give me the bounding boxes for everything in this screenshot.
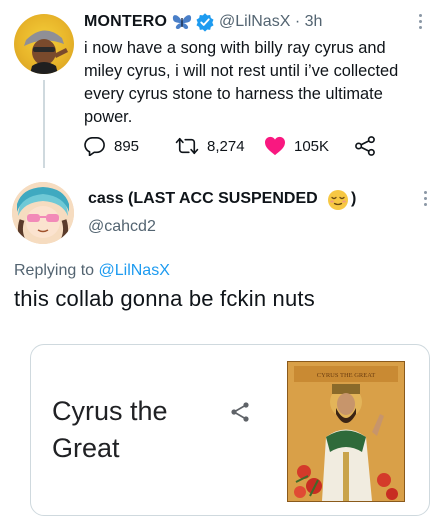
painting-caption: CYRUS THE GREAT bbox=[317, 372, 375, 379]
reply-author-name[interactable]: cass (LAST ACC SUSPENDED bbox=[88, 190, 318, 208]
tweet-author-name[interactable]: MONTERO bbox=[84, 13, 167, 31]
cass-avatar[interactable] bbox=[12, 182, 74, 244]
like-count: 105K bbox=[294, 137, 330, 155]
retweet-button[interactable]: 8,274 bbox=[175, 135, 245, 157]
share-icon bbox=[355, 136, 375, 156]
verified-badge-icon bbox=[195, 12, 215, 32]
heart-icon bbox=[265, 136, 285, 156]
retweet-count: 8,274 bbox=[207, 137, 245, 155]
cyrus-painting-image[interactable]: CYRUS THE GREAT bbox=[287, 361, 405, 502]
reply-more-icon[interactable] bbox=[424, 191, 428, 209]
reply-handle[interactable]: @cahcd2 bbox=[88, 218, 156, 236]
card-title[interactable]: Cyrus the Great bbox=[52, 393, 202, 467]
montero-avatar[interactable] bbox=[14, 14, 74, 74]
thread-line bbox=[43, 80, 45, 168]
butterfly-icon bbox=[171, 13, 193, 31]
replying-to: Replying to @LilNasX bbox=[14, 262, 170, 280]
reply-button[interactable]: 895 bbox=[84, 135, 139, 157]
relieved-face-emoji bbox=[327, 189, 349, 211]
tweet-handle[interactable]: @LilNasX bbox=[219, 13, 290, 30]
reply-author-name-close: ) bbox=[351, 190, 357, 207]
separator-dot: · bbox=[294, 13, 301, 30]
replying-prefix: Replying to bbox=[14, 262, 95, 279]
reply-icon bbox=[84, 137, 105, 156]
more-icon[interactable] bbox=[419, 14, 423, 32]
retweet-icon bbox=[175, 137, 199, 155]
reply-text: this collab gonna be fckin nuts bbox=[14, 286, 315, 311]
reply-count: 895 bbox=[114, 137, 140, 155]
share-button[interactable] bbox=[354, 135, 384, 157]
tweet-time[interactable]: 3h bbox=[305, 13, 323, 30]
replying-mention[interactable]: @LilNasX bbox=[99, 262, 170, 279]
card-share-icon[interactable] bbox=[229, 401, 251, 423]
like-button[interactable]: 105K bbox=[264, 135, 329, 157]
tweet-text: i now have a song with billy ray cyrus a… bbox=[84, 39, 399, 126]
tweet-handle-time[interactable]: @LilNasX · 3h bbox=[219, 13, 322, 31]
